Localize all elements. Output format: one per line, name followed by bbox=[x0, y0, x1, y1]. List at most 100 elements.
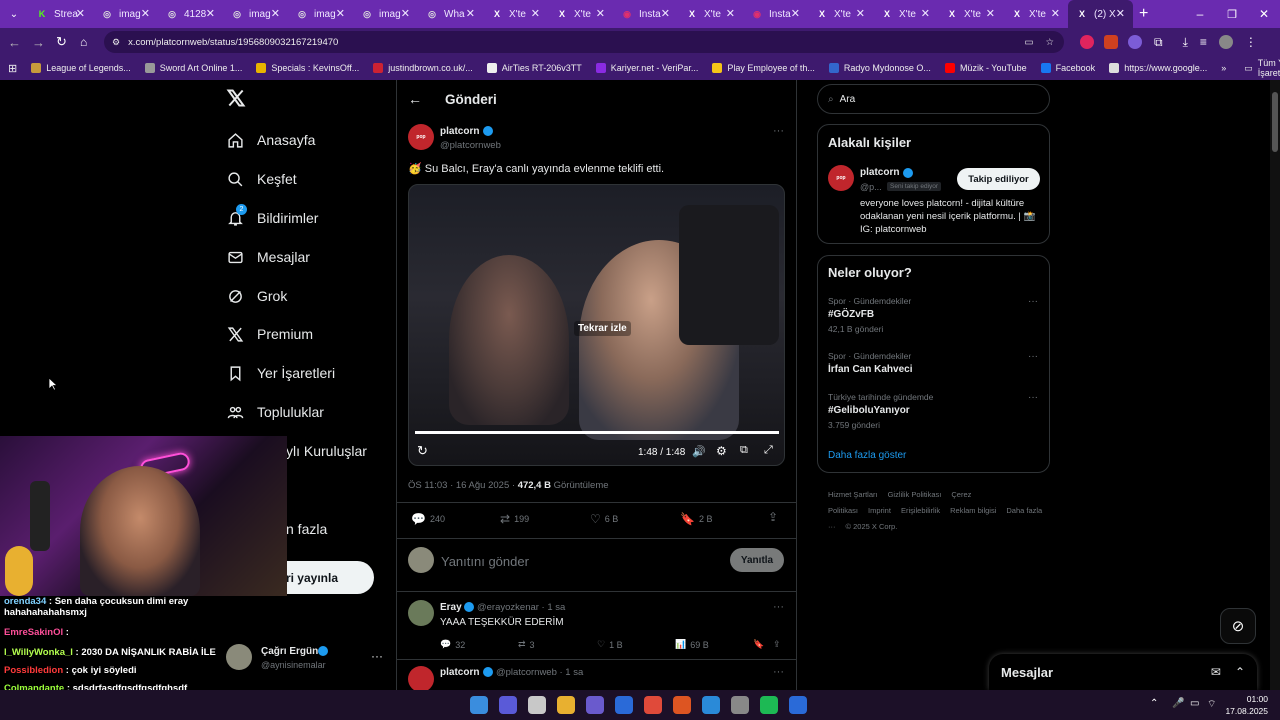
more-menu-icon[interactable]: ⋮ bbox=[1245, 35, 1257, 49]
browser-tab[interactable]: ◎ 4128 ✕ bbox=[158, 0, 223, 28]
share-icon[interactable]: ⇪ bbox=[773, 639, 781, 650]
extension-icon[interactable] bbox=[1128, 35, 1142, 49]
bookmark-item[interactable]: League of Legends... bbox=[31, 63, 131, 73]
download-icon[interactable]: ⤓ bbox=[1183, 35, 1188, 50]
author-handle[interactable]: @platcornweb bbox=[440, 140, 501, 151]
account-switcher[interactable]: Çağrı Ergün @aynisinemalar ··· bbox=[226, 644, 386, 674]
reply-author-name[interactable]: Eray bbox=[440, 602, 462, 613]
browser-tab[interactable]: ◎ imag ✕ bbox=[223, 0, 288, 28]
relevant-handle[interactable]: @p... bbox=[860, 182, 882, 192]
close-tab-icon[interactable]: ✕ bbox=[206, 7, 215, 20]
reply-button[interactable]: Yanıtla bbox=[730, 548, 784, 572]
trend-item[interactable]: Türkiye tarihinde gündemde #GeliboluYanıy… bbox=[828, 392, 1038, 430]
footer-link[interactable]: © 2025 X Corp. bbox=[846, 522, 898, 531]
bookmark-icon[interactable]: 🔖 bbox=[753, 639, 764, 650]
copilot-icon[interactable] bbox=[499, 696, 517, 714]
video-player[interactable]: Tekrar izle ↻ 1:48 / 1:48 🔊 ⚙ ⧉ ⤢ bbox=[408, 184, 785, 466]
reply-reply-action[interactable]: 💬 32 bbox=[440, 639, 465, 650]
tab-menu-icon[interactable]: ≡ bbox=[1200, 35, 1207, 49]
reply-views-action[interactable]: 📊 69 B bbox=[675, 639, 709, 650]
back-icon[interactable]: ← bbox=[8, 35, 26, 50]
bookmark-item[interactable]: Müzik - YouTube bbox=[944, 63, 1027, 73]
bookmark-item[interactable]: Kariyer.net - VeriPar... bbox=[595, 63, 698, 73]
steam-icon[interactable] bbox=[789, 696, 807, 714]
sidebar-item[interactable]: n fazla bbox=[286, 517, 327, 541]
video-progress-track[interactable] bbox=[415, 431, 779, 434]
author-avatar[interactable]: pop bbox=[408, 124, 434, 150]
reply-author-handle[interactable]: @platcornweb · 1 sa bbox=[496, 667, 583, 678]
minimize-button[interactable]: – bbox=[1184, 7, 1216, 21]
settings-icon[interactable]: ⚙ bbox=[716, 444, 727, 458]
search-input[interactable]: ⌕ Ara bbox=[817, 84, 1050, 114]
sidebar-item[interactable]: ylı Kuruluşlar bbox=[286, 439, 367, 463]
show-more-link[interactable]: Daha fazla göster bbox=[828, 450, 906, 461]
close-tab-icon[interactable]: ✕ bbox=[1116, 7, 1125, 20]
spotify-icon[interactable] bbox=[760, 696, 778, 714]
files-icon[interactable] bbox=[557, 696, 575, 714]
browser-tab[interactable]: K Strea ✕ bbox=[28, 0, 93, 28]
close-tab-icon[interactable]: ✕ bbox=[596, 7, 605, 20]
reply-avatar[interactable] bbox=[408, 666, 434, 692]
x-logo-icon[interactable] bbox=[226, 88, 246, 108]
bookmarks-overflow-icon[interactable]: » bbox=[1221, 63, 1226, 73]
clock-date[interactable]: 17.08.2025 bbox=[1224, 706, 1268, 716]
sidebar-item[interactable]: Yer İşaretleri bbox=[226, 361, 335, 385]
steam-icon[interactable] bbox=[615, 696, 633, 714]
trend-more-icon[interactable]: ··· bbox=[1028, 351, 1038, 362]
start-icon[interactable] bbox=[470, 696, 488, 714]
bookmark-item[interactable]: Play Employee of th... bbox=[712, 63, 815, 73]
sidebar-item[interactable]: Mesajlar bbox=[226, 245, 310, 269]
pip-icon[interactable]: ⧉ bbox=[740, 444, 748, 457]
reply-author-handle[interactable]: @erayozkenar · 1 sa bbox=[477, 602, 565, 613]
all-bookmarks-link[interactable]: Tüm Yer İşaretleri bbox=[1258, 58, 1280, 78]
bookmark-item[interactable]: Facebook bbox=[1040, 63, 1095, 73]
reply-repost-action[interactable]: ⇄ 3 bbox=[518, 639, 535, 650]
close-tab-icon[interactable]: ✕ bbox=[986, 7, 995, 20]
footer-link[interactable]: Gizlilik Politikası bbox=[888, 490, 942, 499]
browser-tab[interactable]: X X'te ✕ bbox=[938, 0, 1003, 28]
relevant-name[interactable]: platcorn bbox=[860, 167, 899, 178]
home-browser-icon[interactable]: ⌂ bbox=[80, 35, 98, 49]
following-button[interactable]: Takip ediliyor bbox=[957, 168, 1040, 190]
scrollbar-thumb[interactable] bbox=[1272, 92, 1278, 152]
author-name[interactable]: platcorn bbox=[440, 126, 479, 137]
replay-label[interactable]: Tekrar izle bbox=[574, 321, 631, 336]
footer-link[interactable]: Hizmet Şartları bbox=[828, 490, 878, 499]
close-tab-icon[interactable]: ✕ bbox=[726, 7, 735, 20]
reply-more-icon[interactable]: ··· bbox=[773, 666, 784, 678]
extension-icon[interactable] bbox=[1104, 35, 1118, 49]
bookmark-item[interactable]: Sword Art Online 1... bbox=[144, 63, 242, 73]
reply-avatar[interactable] bbox=[408, 600, 434, 626]
sidebar-item[interactable]: Grok bbox=[226, 284, 287, 308]
install-app-icon[interactable]: ▭ bbox=[1024, 37, 1033, 48]
brave-icon[interactable] bbox=[673, 696, 691, 714]
relevant-avatar[interactable]: pop bbox=[828, 165, 854, 191]
trend-item[interactable]: Spor · Gündemdekiler #GÖZvFB 42,1 B gönder… bbox=[828, 296, 1038, 334]
close-tab-icon[interactable]: ✕ bbox=[531, 7, 540, 20]
repost-action[interactable]: ⇄ 199 bbox=[500, 512, 529, 526]
browser-tab[interactable]: ◎ imag ✕ bbox=[288, 0, 353, 28]
close-tab-icon[interactable]: ✕ bbox=[141, 7, 150, 20]
more-icon[interactable]: ··· bbox=[371, 649, 383, 663]
browser-tab[interactable]: X X'te ✕ bbox=[873, 0, 938, 28]
discord-icon[interactable] bbox=[586, 696, 604, 714]
close-tab-icon[interactable]: ✕ bbox=[76, 7, 85, 20]
close-tab-icon[interactable]: ✕ bbox=[336, 7, 345, 20]
sidebar-item[interactable]: Premium bbox=[226, 322, 313, 346]
browser-tab[interactable]: ◉ Insta ✕ bbox=[743, 0, 808, 28]
fullscreen-icon[interactable]: ⤢ bbox=[764, 444, 773, 457]
browser-tab[interactable]: X (2) X ✕ bbox=[1068, 0, 1133, 28]
trend-more-icon[interactable]: ··· bbox=[1028, 392, 1038, 403]
messages-drawer[interactable]: Mesajlar ✉ ⌃ bbox=[989, 654, 1257, 690]
like-action[interactable]: ♡ 6 B bbox=[590, 512, 618, 526]
close-tab-icon[interactable]: ✕ bbox=[401, 7, 410, 20]
mic-icon[interactable]: 🎤 bbox=[1172, 698, 1184, 709]
clock-time[interactable]: 01:00 bbox=[1228, 694, 1268, 704]
profile-avatar[interactable] bbox=[1218, 35, 1233, 49]
bookmark-action[interactable]: 🔖 2 B bbox=[680, 512, 712, 526]
trend-item[interactable]: Spor · Gündemdekiler İrfan Can Kahveci ··· bbox=[828, 351, 1038, 379]
display-icon[interactable]: ▭ bbox=[1190, 698, 1199, 709]
reload-icon[interactable]: ↻ bbox=[56, 34, 74, 50]
browser-tab[interactable]: ◎ imag ✕ bbox=[353, 0, 418, 28]
bookmark-item[interactable]: justindbrown.co.uk/... bbox=[373, 63, 473, 73]
